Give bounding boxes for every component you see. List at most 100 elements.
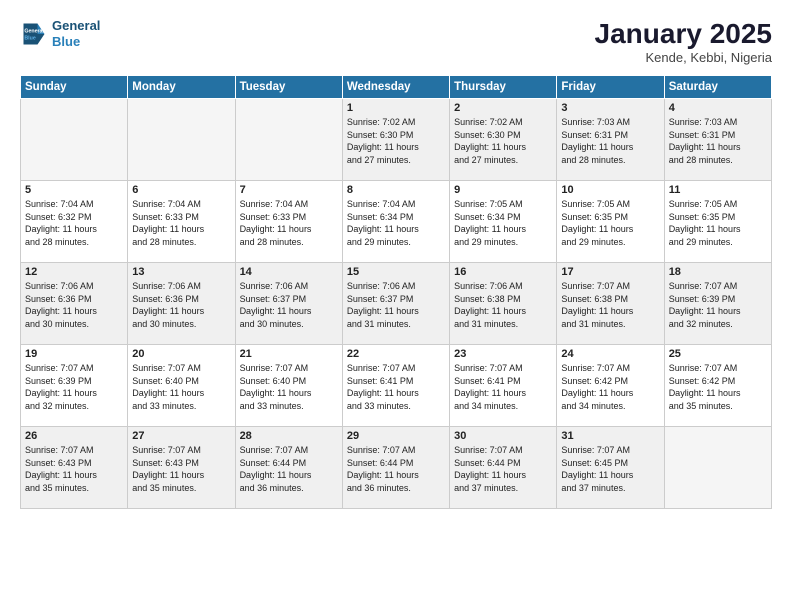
day-info: Sunrise: 7:04 AMSunset: 6:32 PMDaylight:… xyxy=(25,198,123,248)
table-row: 23 Sunrise: 7:07 AMSunset: 6:41 PMDayligh… xyxy=(450,345,557,427)
table-row xyxy=(664,427,771,509)
table-row xyxy=(235,99,342,181)
table-row: 29 Sunrise: 7:07 AMSunset: 6:44 PMDayligh… xyxy=(342,427,449,509)
table-row: 19Sunrise: 7:07 AMSunset: 6:39 PMDayligh… xyxy=(21,345,128,427)
table-row: 17Sunrise: 7:07 AMSunset: 6:38 PMDayligh… xyxy=(557,263,664,345)
day-number: 5 xyxy=(25,184,123,196)
table-row: 1 Sunrise: 7:02 AMSunset: 6:30 PMDaylight… xyxy=(342,99,449,181)
day-number: 4 xyxy=(669,102,767,114)
table-row: 22 Sunrise: 7:07 AMSunset: 6:41 PMDayligh… xyxy=(342,345,449,427)
day-info: Sunrise: 7:04 AMSunset: 6:33 PMDaylight:… xyxy=(240,198,338,248)
day-number: 25 xyxy=(669,348,767,360)
page: General Blue General Blue January 2025 K… xyxy=(0,0,792,612)
day-info: Sunrise: 7:07 AMSunset: 6:41 PMDaylight:… xyxy=(347,362,445,412)
day-info: Sunrise: 7:06 AMSunset: 6:36 PMDaylight:… xyxy=(25,280,123,330)
day-info: Sunrise: 7:05 AMSunset: 6:35 PMDaylight:… xyxy=(561,198,659,248)
table-row: 4 Sunrise: 7:03 AMSunset: 6:31 PMDaylight… xyxy=(664,99,771,181)
header-thursday: Thursday xyxy=(450,76,557,99)
table-row: 15 Sunrise: 7:06 AMSunset: 6:37 PMDayligh… xyxy=(342,263,449,345)
day-number: 11 xyxy=(669,184,767,196)
table-row: 25Sunrise: 7:07 AMSunset: 6:42 PMDayligh… xyxy=(664,345,771,427)
day-number: 3 xyxy=(561,102,659,114)
day-number: 29 xyxy=(347,430,445,442)
calendar-week-row: 26Sunrise: 7:07 AMSunset: 6:43 PMDayligh… xyxy=(21,427,772,509)
day-number: 13 xyxy=(132,266,230,278)
table-row: 28Sunrise: 7:07 AMSunset: 6:44 PMDayligh… xyxy=(235,427,342,509)
day-info: Sunrise: 7:06 AMSunset: 6:38 PMDaylight:… xyxy=(454,280,552,330)
title-block: January 2025 Kende, Kebbi, Nigeria xyxy=(595,18,772,65)
day-number: 17 xyxy=(561,266,659,278)
month-title: January 2025 xyxy=(595,18,772,50)
day-number: 1 xyxy=(347,102,445,114)
table-row: 8 Sunrise: 7:04 AMSunset: 6:34 PMDaylight… xyxy=(342,181,449,263)
day-number: 10 xyxy=(561,184,659,196)
day-number: 30 xyxy=(454,430,552,442)
table-row: 2Sunrise: 7:02 AMSunset: 6:30 PMDaylight… xyxy=(450,99,557,181)
table-row: 20 Sunrise: 7:07 AMSunset: 6:40 PMDayligh… xyxy=(128,345,235,427)
table-row: 10 Sunrise: 7:05 AMSunset: 6:35 PMDayligh… xyxy=(557,181,664,263)
day-info: Sunrise: 7:07 AMSunset: 6:45 PMDaylight:… xyxy=(561,444,659,494)
day-info: Sunrise: 7:07 AMSunset: 6:43 PMDaylight:… xyxy=(25,444,123,494)
header-saturday: Saturday xyxy=(664,76,771,99)
day-number: 7 xyxy=(240,184,338,196)
day-number: 12 xyxy=(25,266,123,278)
logo-text: General Blue xyxy=(52,18,100,49)
header-friday: Friday xyxy=(557,76,664,99)
day-number: 18 xyxy=(669,266,767,278)
table-row: 24 Sunrise: 7:07 AMSunset: 6:42 PMDayligh… xyxy=(557,345,664,427)
table-row: 12 Sunrise: 7:06 AMSunset: 6:36 PMDayligh… xyxy=(21,263,128,345)
header: General Blue General Blue January 2025 K… xyxy=(20,18,772,65)
day-number: 21 xyxy=(240,348,338,360)
day-number: 6 xyxy=(132,184,230,196)
calendar-week-row: 5 Sunrise: 7:04 AMSunset: 6:32 PMDaylight… xyxy=(21,181,772,263)
header-sunday: Sunday xyxy=(21,76,128,99)
day-info: Sunrise: 7:07 AMSunset: 6:44 PMDaylight:… xyxy=(240,444,338,494)
day-number: 24 xyxy=(561,348,659,360)
header-monday: Monday xyxy=(128,76,235,99)
day-info: Sunrise: 7:03 AMSunset: 6:31 PMDaylight:… xyxy=(561,116,659,166)
table-row xyxy=(21,99,128,181)
table-row: 14 Sunrise: 7:06 AMSunset: 6:37 PMDayligh… xyxy=(235,263,342,345)
day-info: Sunrise: 7:07 AMSunset: 6:40 PMDaylight:… xyxy=(132,362,230,412)
table-row: 30 Sunrise: 7:07 AMSunset: 6:44 PMDayligh… xyxy=(450,427,557,509)
day-number: 16 xyxy=(454,266,552,278)
header-wednesday: Wednesday xyxy=(342,76,449,99)
day-info: Sunrise: 7:07 AMSunset: 6:44 PMDaylight:… xyxy=(347,444,445,494)
table-row: 26Sunrise: 7:07 AMSunset: 6:43 PMDayligh… xyxy=(21,427,128,509)
table-row: 3 Sunrise: 7:03 AMSunset: 6:31 PMDaylight… xyxy=(557,99,664,181)
day-info: Sunrise: 7:07 AMSunset: 6:42 PMDaylight:… xyxy=(561,362,659,412)
day-number: 9 xyxy=(454,184,552,196)
subtitle: Kende, Kebbi, Nigeria xyxy=(595,50,772,65)
table-row: 5 Sunrise: 7:04 AMSunset: 6:32 PMDaylight… xyxy=(21,181,128,263)
day-number: 20 xyxy=(132,348,230,360)
logo: General Blue General Blue xyxy=(20,18,100,49)
day-info: Sunrise: 7:06 AMSunset: 6:37 PMDaylight:… xyxy=(347,280,445,330)
calendar-week-row: 12 Sunrise: 7:06 AMSunset: 6:36 PMDayligh… xyxy=(21,263,772,345)
day-info: Sunrise: 7:07 AMSunset: 6:44 PMDaylight:… xyxy=(454,444,552,494)
day-info: Sunrise: 7:03 AMSunset: 6:31 PMDaylight:… xyxy=(669,116,767,166)
day-info: Sunrise: 7:04 AMSunset: 6:33 PMDaylight:… xyxy=(132,198,230,248)
day-info: Sunrise: 7:07 AMSunset: 6:39 PMDaylight:… xyxy=(669,280,767,330)
day-info: Sunrise: 7:07 AMSunset: 6:40 PMDaylight:… xyxy=(240,362,338,412)
calendar-week-row: 1 Sunrise: 7:02 AMSunset: 6:30 PMDaylight… xyxy=(21,99,772,181)
svg-text:General: General xyxy=(24,28,44,34)
table-row: 13 Sunrise: 7:06 AMSunset: 6:36 PMDayligh… xyxy=(128,263,235,345)
day-number: 8 xyxy=(347,184,445,196)
table-row xyxy=(128,99,235,181)
day-info: Sunrise: 7:02 AMSunset: 6:30 PMDaylight:… xyxy=(347,116,445,166)
svg-text:Blue: Blue xyxy=(24,35,35,41)
day-info: Sunrise: 7:06 AMSunset: 6:37 PMDaylight:… xyxy=(240,280,338,330)
day-number: 14 xyxy=(240,266,338,278)
day-info: Sunrise: 7:06 AMSunset: 6:36 PMDaylight:… xyxy=(132,280,230,330)
day-number: 27 xyxy=(132,430,230,442)
day-info: Sunrise: 7:04 AMSunset: 6:34 PMDaylight:… xyxy=(347,198,445,248)
day-number: 15 xyxy=(347,266,445,278)
day-info: Sunrise: 7:05 AMSunset: 6:34 PMDaylight:… xyxy=(454,198,552,248)
table-row: 18 Sunrise: 7:07 AMSunset: 6:39 PMDayligh… xyxy=(664,263,771,345)
logo-icon: General Blue xyxy=(20,20,48,48)
table-row: 21 Sunrise: 7:07 AMSunset: 6:40 PMDayligh… xyxy=(235,345,342,427)
day-number: 23 xyxy=(454,348,552,360)
day-info: Sunrise: 7:05 AMSunset: 6:35 PMDaylight:… xyxy=(669,198,767,248)
day-number: 22 xyxy=(347,348,445,360)
day-info: Sunrise: 7:07 AMSunset: 6:41 PMDaylight:… xyxy=(454,362,552,412)
